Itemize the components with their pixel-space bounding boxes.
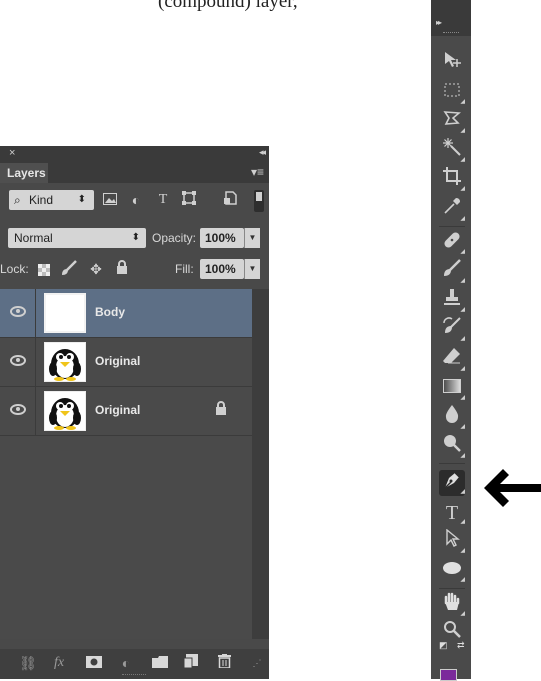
panel-grip [443, 32, 459, 33]
divider [35, 289, 36, 338]
collapse-panel-button[interactable]: ◂◂ [259, 147, 266, 158]
adjustment-filter-icon[interactable]: ◐ [127, 191, 145, 209]
type-tool-glyph: T [445, 502, 459, 524]
panel-menu-icon[interactable]: ▾≡ [251, 165, 264, 179]
blend-mode-select[interactable]: Normal ⬍ [8, 228, 146, 248]
dodge-tool-icon[interactable]: ◢ [439, 434, 465, 460]
layer-thumbnail-transparent [44, 293, 86, 333]
layer-name: Original [95, 403, 141, 417]
filter-toggle-switch[interactable] [254, 190, 264, 212]
visibility-eye-icon[interactable] [8, 303, 28, 323]
search-icon: ⌕ [14, 193, 21, 207]
eraser-tool-icon[interactable]: ◢ [439, 347, 465, 373]
hand-tool-icon[interactable]: ◢ [439, 592, 465, 618]
expand-toolbar-icon[interactable]: ▸▸ [436, 18, 442, 27]
layers-list: Body Original Original [0, 289, 252, 639]
lasso-tool-icon[interactable]: ◢ [439, 109, 465, 135]
lock-row: Lock: ✥ Fill: 100% ▼ [0, 259, 269, 281]
swap-colors-icon[interactable]: ⇄ [457, 640, 465, 651]
layer-row-original-locked[interactable]: Original [0, 387, 252, 436]
default-colors-icon[interactable]: ◩ [439, 640, 448, 651]
panel-title-bar: × ◂◂ [0, 146, 269, 163]
annotation-arrow-icon [484, 469, 541, 507]
opacity-label: Opacity: [152, 231, 197, 245]
pen-tool-icon[interactable]: ◢ [439, 470, 465, 496]
layer-name: Original [95, 354, 141, 368]
opacity-field[interactable]: 100% [200, 228, 244, 248]
blur-tool-icon[interactable]: ◢ [439, 405, 465, 431]
lock-all-icon[interactable] [113, 260, 131, 278]
caption-text: (compound) layer, [158, 0, 298, 12]
filter-kind-select[interactable]: ⌕ Kind ⬍ [9, 190, 94, 210]
fill-label: Fill: [175, 262, 194, 276]
blend-row: Normal ⬍ Opacity: 100% ▼ [0, 228, 269, 250]
penguin-thumbnail-icon [44, 391, 86, 431]
path-selection-tool-icon[interactable]: ◢ [439, 528, 465, 555]
pixel-filter-icon[interactable] [101, 191, 119, 209]
visibility-eye-icon[interactable] [8, 401, 28, 421]
close-panel-button[interactable]: × [9, 147, 15, 159]
brush-tool-icon[interactable]: ◢ [439, 259, 465, 285]
resize-grip-icon[interactable]: ⋰ [247, 653, 267, 673]
layer-filter-row: ⌕ Kind ⬍ ◐ T [0, 190, 269, 214]
new-layer-icon[interactable] [181, 653, 201, 673]
penguin-thumbnail-icon [44, 342, 86, 382]
divider [35, 338, 36, 387]
marquee-tool-icon[interactable]: ◢ [439, 80, 465, 106]
smart-object-filter-icon[interactable] [221, 191, 239, 209]
layer-name: Body [95, 305, 125, 319]
visibility-eye-icon[interactable] [8, 352, 28, 372]
lock-transparent-pixels-icon[interactable] [35, 260, 53, 278]
eyedropper-tool-icon[interactable]: ◢ [439, 197, 465, 223]
panel-grip [122, 674, 146, 677]
layer-row-original[interactable]: Original [0, 338, 252, 387]
adjustment-icon[interactable]: ◐ [116, 653, 136, 673]
tab-layers[interactable]: Layers [0, 163, 48, 183]
folder-icon[interactable] [150, 653, 170, 673]
layers-scrollbar[interactable] [252, 289, 269, 639]
select-arrows-icon: ⬍ [131, 232, 140, 243]
trash-icon[interactable] [214, 653, 234, 673]
tools-panel-header: ▸▸ [431, 0, 471, 36]
foreground-color-swatch[interactable] [440, 669, 457, 681]
mask-icon[interactable] [84, 653, 104, 673]
tools-panel: ▸▸ ◢ ◢ ◢ ◢ ◢ ◢ ◢ ◢ ◢ ◢ ◢ ◢ ◢ ◢ T ◢ ◢ ◢ ◢… [431, 0, 471, 679]
crop-tool-icon[interactable]: ◢ [439, 167, 465, 193]
lock-label: Lock: [0, 262, 29, 276]
lock-image-pixels-icon[interactable] [60, 260, 78, 278]
fill-field[interactable]: 100% [200, 259, 244, 279]
layers-panel: × ◂◂ Layers ▾≡ ⌕ Kind ⬍ ◐ T Normal ⬍ Opa… [0, 146, 269, 679]
history-brush-tool-icon[interactable]: ◢ [439, 317, 465, 343]
move-tool-icon[interactable] [439, 50, 465, 76]
link-icon[interactable]: ⛓ [18, 653, 38, 673]
magic-wand-tool-icon[interactable]: ◢ [439, 138, 465, 164]
filter-kind-label: Kind [29, 193, 54, 207]
layers-bottom-bar: ⛓ fx ◐ ⋰ [0, 649, 269, 679]
healing-brush-tool-icon[interactable]: ◢ [439, 230, 465, 256]
panel-tab-row: Layers ▾≡ [0, 163, 269, 183]
blend-mode-label: Normal [14, 231, 53, 245]
ellipse-tool-icon[interactable]: ◢ [439, 558, 465, 584]
layer-row-body[interactable]: Body [0, 289, 252, 338]
type-filter-icon[interactable]: T [154, 191, 172, 209]
clone-stamp-tool-icon[interactable]: ◢ [439, 288, 465, 314]
divider [35, 387, 36, 436]
opacity-dropdown-button[interactable]: ▼ [244, 228, 260, 248]
lock-icon [215, 401, 227, 418]
gradient-tool-icon[interactable]: ◢ [439, 376, 465, 402]
shape-filter-icon[interactable] [180, 191, 198, 209]
fill-dropdown-button[interactable]: ▼ [244, 259, 260, 279]
lock-position-icon[interactable]: ✥ [87, 260, 105, 278]
fx-icon[interactable]: fx [49, 653, 69, 673]
select-arrows-icon: ⬍ [77, 194, 86, 205]
type-tool-icon[interactable]: T ◢ [439, 500, 465, 526]
